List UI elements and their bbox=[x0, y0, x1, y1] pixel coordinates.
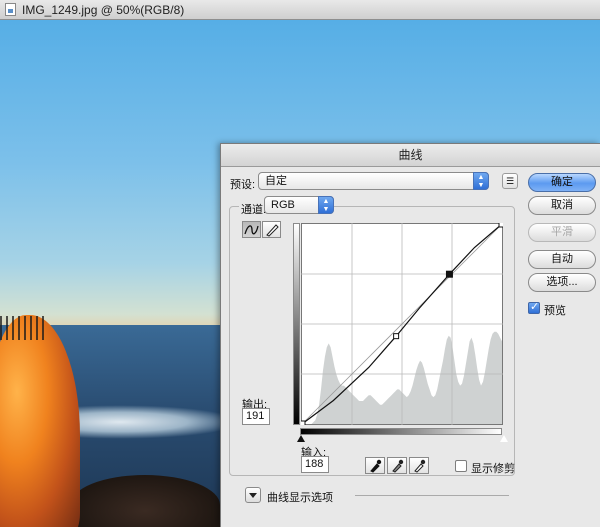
document-titlebar: IMG_1249.jpg @ 50%(RGB/8) bbox=[0, 0, 600, 20]
white-eyedropper-icon bbox=[414, 459, 426, 473]
pencil-tool[interactable] bbox=[262, 221, 281, 238]
preset-label: 预设: bbox=[230, 179, 256, 191]
image-file-icon bbox=[5, 3, 16, 16]
gray-eyedropper-icon bbox=[392, 459, 404, 473]
channel-dropdown[interactable]: RGB ▲ ▼ bbox=[264, 196, 334, 214]
pencil-icon bbox=[266, 224, 279, 237]
black-point-slider[interactable] bbox=[297, 435, 305, 442]
dialog-title: 曲线 bbox=[221, 144, 600, 167]
preset-options-menu-icon[interactable]: ☰ bbox=[502, 173, 518, 189]
photo-rocks bbox=[70, 475, 220, 527]
document-title: IMG_1249.jpg @ 50%(RGB/8) bbox=[22, 3, 185, 17]
show-clipping-label: 显示修剪 bbox=[471, 463, 515, 475]
smooth-button[interactable]: 平滑 bbox=[528, 223, 596, 242]
photo-birds bbox=[0, 316, 45, 340]
curves-graph[interactable] bbox=[301, 223, 503, 425]
channel-value: RGB bbox=[271, 199, 295, 211]
gray-eyedropper-button[interactable] bbox=[387, 457, 407, 474]
curve-anchor-point bbox=[393, 333, 400, 340]
white-point-slider[interactable] bbox=[499, 434, 509, 443]
preset-dropdown[interactable]: 自定 ▲ ▼ bbox=[258, 172, 489, 190]
display-options-label: 曲线显示选项 bbox=[267, 492, 333, 504]
white-eyedropper-button[interactable] bbox=[409, 457, 429, 474]
updown-arrows-icon: ▲ ▼ bbox=[473, 172, 489, 190]
curve-tool-icon bbox=[244, 225, 259, 235]
control-point bbox=[301, 420, 306, 425]
black-eyedropper-button[interactable] bbox=[365, 457, 385, 474]
cancel-button[interactable]: 取消 bbox=[528, 196, 596, 215]
auto-button[interactable]: 自动 bbox=[528, 250, 596, 269]
ok-button[interactable]: 确定 bbox=[528, 173, 596, 192]
show-clipping-checkbox[interactable] bbox=[455, 460, 467, 472]
output-field[interactable]: 191 bbox=[242, 408, 270, 425]
output-gradient-bar bbox=[293, 223, 300, 425]
preset-value: 自定 bbox=[265, 175, 287, 187]
preview-checkbox[interactable] bbox=[528, 300, 540, 314]
input-field[interactable]: 188 bbox=[301, 456, 329, 473]
display-options-disclosure-button[interactable] bbox=[245, 487, 261, 503]
control-point bbox=[498, 223, 503, 228]
options-button[interactable]: 选项... bbox=[528, 273, 596, 292]
black-eyedropper-icon bbox=[370, 459, 382, 473]
curve-point-tool[interactable] bbox=[242, 221, 261, 238]
separator-line bbox=[355, 495, 509, 496]
preview-label: 预览 bbox=[544, 305, 566, 317]
input-gradient-bar bbox=[300, 428, 502, 435]
curves-dialog: 曲线 预设: 自定 ▲ ▼ ☰ 通道: RGB ▲ ▼ 输出: 191 输入: 18… bbox=[220, 143, 600, 527]
updown-arrows-icon: ▲ ▼ bbox=[318, 196, 334, 214]
selected-control-point bbox=[445, 270, 453, 278]
